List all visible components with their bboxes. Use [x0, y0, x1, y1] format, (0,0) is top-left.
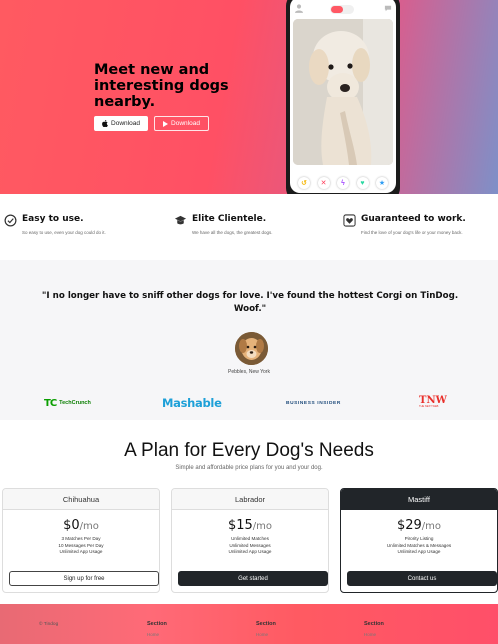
- plan-card-labrador: Labrador $15/mo Unlimited Matches Unlimi…: [171, 488, 329, 593]
- feature-desc: We have all the dogs, the greatest dogs.: [192, 230, 273, 235]
- techcrunch-mark: TC: [44, 397, 57, 409]
- footer-link-home[interactable]: Home: [256, 632, 268, 637]
- pricing-section: A Plan for Every Dog's Needs Simple and …: [0, 420, 498, 604]
- tnw-logo: TNW THE NEXT WEB: [419, 396, 447, 410]
- chat-icon[interactable]: [384, 5, 392, 12]
- plan-features: 3 Matches Per Day 10 Messages Per Day Un…: [58, 536, 104, 554]
- testimonial-quote: "I no longer have to sniff other dogs fo…: [41, 291, 459, 314]
- footer-section-title: Section: [364, 621, 384, 627]
- get-started-button[interactable]: Get started: [178, 571, 328, 586]
- download-play-label: Download: [171, 120, 200, 127]
- plan-card-chihuahua: Chihuahua $0/mo 3 Matches Per Day 10 Mes…: [2, 488, 160, 593]
- hero-section: Meet new and interesting dogs nearby. Do…: [0, 0, 498, 194]
- flame-toggle[interactable]: [330, 5, 354, 14]
- feature-title: Easy to use.: [22, 214, 84, 224]
- contact-us-button[interactable]: Contact us: [347, 571, 497, 586]
- boost-icon[interactable]: ϟ: [337, 177, 349, 189]
- superlike-icon[interactable]: ★: [376, 177, 388, 189]
- footer-link-home[interactable]: Home: [147, 632, 159, 637]
- dog-photo: [293, 19, 393, 165]
- plan-price: $15/mo: [227, 518, 273, 533]
- graduation-cap-icon: [174, 215, 187, 225]
- techcrunch-text: TechCrunch: [59, 400, 91, 406]
- plan-card-mastiff: Mastiff $29/mo Pirority Listing Unlimite…: [340, 488, 498, 593]
- sign-up-free-button[interactable]: Sign up for free: [9, 571, 159, 586]
- phone-mockup: ↺ ✕ ϟ ♥ ★: [286, 0, 400, 194]
- flame-icon: [331, 6, 343, 13]
- business-insider-logo: BUSINESS INSIDER: [286, 400, 341, 406]
- apple-icon: [102, 120, 108, 127]
- feature-desc: Find the love of your dog's life or your…: [361, 230, 463, 235]
- pricing-title: A Plan for Every Dog's Needs: [124, 440, 374, 461]
- plan-name: Mastiff: [341, 489, 497, 510]
- testimonial-author: Pebbles, New York: [228, 369, 270, 375]
- plan-name: Labrador: [172, 489, 328, 510]
- play-icon: [163, 120, 169, 127]
- hero-title: Meet new and interesting dogs nearby.: [94, 62, 229, 110]
- plan-name: Chihuahua: [3, 489, 159, 510]
- download-apple-button[interactable]: Download: [94, 116, 148, 131]
- testimonial-section: "I no longer have to sniff other dogs fo…: [0, 260, 498, 420]
- download-play-button[interactable]: Download: [154, 116, 209, 131]
- tnw-sub: THE NEXT WEB: [419, 405, 439, 408]
- tnw-mark: TNW: [419, 395, 447, 406]
- feature-desc: So easy to use, even your dog could do i…: [22, 230, 106, 235]
- heart-icon: [343, 214, 356, 227]
- plan-price: $0/mo: [63, 518, 99, 533]
- techcrunch-logo: TC TechCrunch: [44, 396, 91, 410]
- phone-screen: ↺ ✕ ϟ ♥ ★: [290, 0, 396, 193]
- check-circle-icon: [4, 214, 17, 227]
- pricing-subtitle: Simple and affordable price plans for yo…: [175, 465, 323, 471]
- undo-icon[interactable]: ↺: [298, 177, 310, 189]
- features-section: Easy to use. So easy to use, even your d…: [0, 194, 498, 260]
- user-icon[interactable]: [295, 4, 303, 13]
- plan-price: $29/mo: [396, 518, 442, 533]
- footer-link-home[interactable]: Home: [364, 632, 376, 637]
- footer-copyright: © Tindog: [39, 622, 59, 627]
- footer-section-title: Section: [147, 621, 167, 627]
- plan-features: Pirority Listing Unlimited Matches & Mes…: [386, 536, 452, 554]
- footer-section-title: Section: [256, 621, 276, 627]
- feature-title: Guaranteed to work.: [361, 214, 466, 224]
- feature-title: Elite Clientele.: [192, 214, 267, 224]
- avatar: [235, 332, 268, 365]
- plan-features: Unlimited Matches Unlimited Messages Unl…: [228, 536, 272, 554]
- mashable-logo: Mashable: [162, 396, 222, 410]
- swipe-actions: ↺ ✕ ϟ ♥ ★: [298, 177, 388, 189]
- footer: © Tindog Section Home Section Home Secti…: [0, 604, 498, 644]
- download-apple-label: Download: [111, 120, 140, 127]
- like-icon[interactable]: ♥: [356, 177, 369, 189]
- nope-icon[interactable]: ✕: [317, 177, 330, 189]
